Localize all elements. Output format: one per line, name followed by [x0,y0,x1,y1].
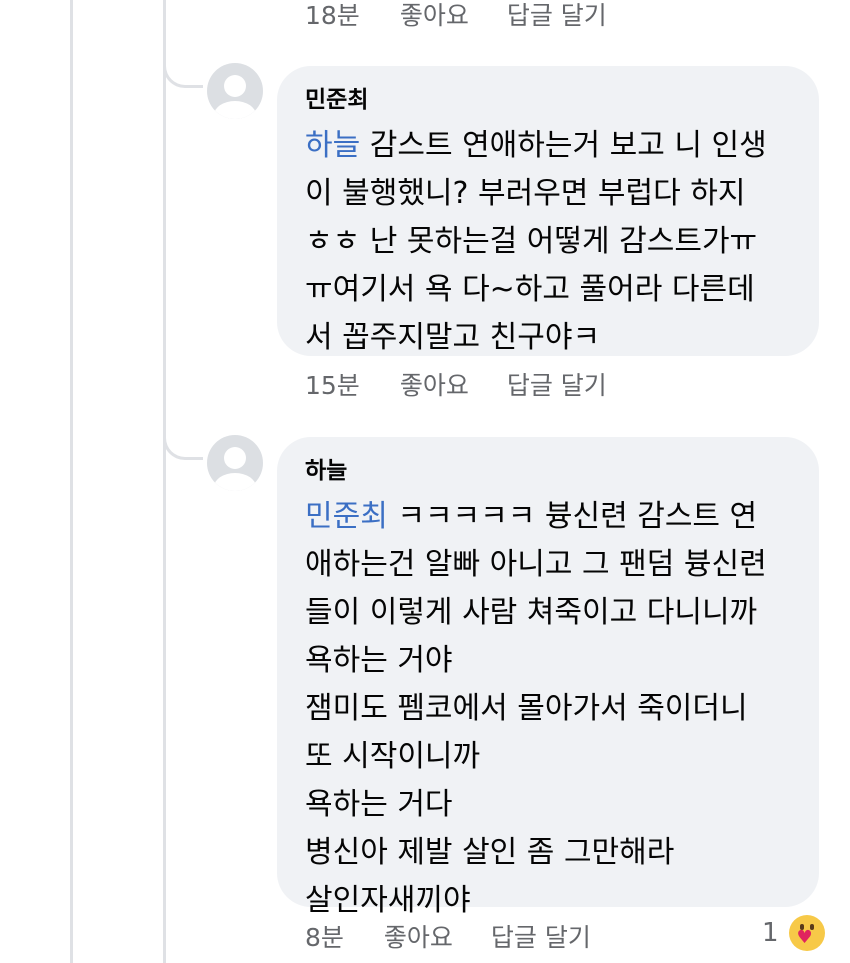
comment-text: 병신아 제발 살인 좀 그만해라 [305,835,675,870]
reply-button[interactable]: 답글 달기 [507,0,607,32]
heart-icon: ♥ [796,927,813,948]
comment-line: ㅠ여기서 욕 다~하고 풀어라 다른데 [305,266,793,314]
reply-connector [163,438,203,460]
comment-text: 서 꼽주지말고 친구야ㅋ [305,320,601,355]
comment-line: 들이 이렇게 사람 쳐죽이고 다니니까 [305,589,793,637]
comment-text: 살인자새끼야 [305,883,471,918]
comment-line: 하늘 감스트 연애하는거 보고 니 인생 [305,122,793,170]
comment-line: 이 불행했니? 부러우면 부럽다 하지 [305,170,793,218]
comment-text: ㅋㅋㅋㅋㅋ 븅신련 감스트 연 [387,499,758,534]
like-button[interactable]: 좋아요 [400,366,469,402]
comment-actions: 15분 좋아요 답글 달기 [305,366,607,402]
comment-bubble: 민준최 하늘 감스트 연애하는거 보고 니 인생 이 불행했니? 부러우면 부럽… [277,66,819,356]
comment-bubble: 하늘 민준최 ㅋㅋㅋㅋㅋ 븅신련 감스트 연 애하는건 알빠 아니고 그 팬덤 … [277,437,819,918]
comment-line: ㅎㅎ 난 못하는걸 어떻게 감스트가ㅠ [305,218,793,266]
comment-text: 욕하는 거다 [305,787,453,822]
previous-comment-actions: 18분 좋아요 답글 달기 [305,0,607,32]
mention-link[interactable]: 하늘 [305,128,360,163]
reply-connector [163,66,203,88]
comment-text: ㅎㅎ 난 못하는걸 어떻게 감스트가ㅠ [305,224,758,259]
comment-text: 잼미도 펨코에서 몰아가서 죽이더니 [305,691,748,726]
avatar[interactable] [207,435,263,491]
mention-link[interactable]: 민준최 [305,499,388,534]
reply-button[interactable]: 답글 달기 [491,918,591,954]
comment-text: 들이 이렇게 사람 쳐죽이고 다니니까 [305,595,758,630]
thread-line-inner [163,0,166,963]
comment-timestamp: 15분 [305,371,360,400]
comment-line: 잼미도 펨코에서 몰아가서 죽이더니 [305,685,793,733]
comment-line: 애하는건 알빠 아니고 그 팬덤 븅신련 [305,541,793,589]
comment-text: 애하는건 알빠 아니고 그 팬덤 븅신련 [305,547,767,582]
like-button[interactable]: 좋아요 [384,918,453,954]
avatar-silhouette-head [224,447,246,469]
avatar[interactable] [207,63,263,119]
comment-line: 욕하는 거다 [305,781,793,829]
comment-text: 이 불행했니? 부러우면 부럽다 하지 [305,176,746,211]
comment-text: 또 시작이니까 [305,739,481,774]
reaction-count: 1 [762,918,779,948]
comment-line: 또 시작이니까 [305,733,793,781]
reply-button[interactable]: 답글 달기 [507,366,607,402]
comment-text: ㅠ여기서 욕 다~하고 풀어라 다른데 [305,272,755,307]
comment-author[interactable]: 하늘 [305,453,793,489]
comment-line: 서 꼽주지말고 친구야ㅋ [305,314,793,362]
avatar-silhouette-body [214,101,256,119]
comment-text: 감스트 연애하는거 보고 니 인생 [360,128,767,163]
like-button[interactable]: 좋아요 [400,0,469,32]
comment-timestamp: 8분 [305,923,344,952]
avatar-silhouette-head [224,75,246,97]
thread-line-outer [70,0,73,963]
reaction-summary[interactable]: 1 ♥ [762,915,825,951]
comment-line: 욕하는 거야 [305,637,793,685]
comment-timestamp: 18분 [305,1,360,30]
comment-text: 욕하는 거야 [305,643,453,678]
comment-actions: 8분 좋아요 답글 달기 [305,918,591,954]
comment-line: 민준최 ㅋㅋㅋㅋㅋ 븅신련 감스트 연 [305,493,793,541]
avatar-silhouette-body [214,473,256,491]
comment-author[interactable]: 민준최 [305,82,793,118]
comment-line: 병신아 제발 살인 좀 그만해라 [305,829,793,877]
care-hug-emoji-icon: ♥ [788,915,825,951]
